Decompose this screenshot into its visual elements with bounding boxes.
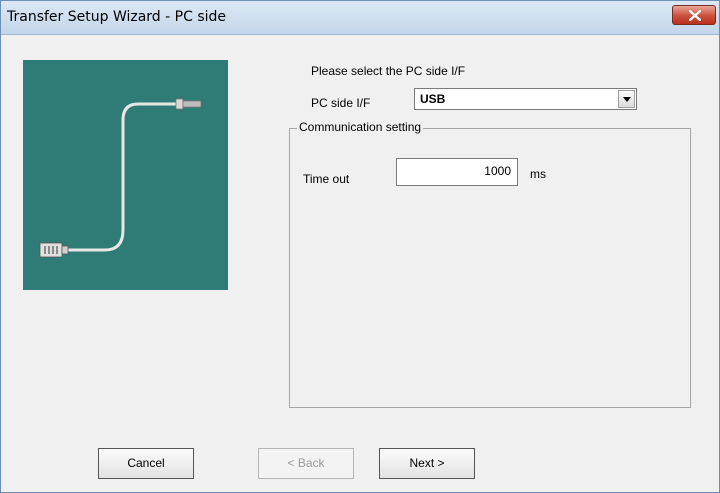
pc-if-selected-value: USB xyxy=(420,92,446,106)
timeout-value: 1000 xyxy=(484,164,511,178)
prompt-label: Please select the PC side I/F xyxy=(311,64,466,78)
close-icon xyxy=(689,10,701,21)
dropdown-button[interactable] xyxy=(618,90,635,108)
pc-if-select[interactable]: USB xyxy=(414,88,637,110)
next-button[interactable]: Next > xyxy=(379,448,475,479)
cancel-button[interactable]: Cancel xyxy=(98,448,194,479)
usb-cable-illustration xyxy=(23,60,228,290)
pc-if-label: PC side I/F xyxy=(311,96,371,110)
wizard-body: Please select the PC side I/F PC side I/… xyxy=(1,35,719,479)
timeout-unit: ms xyxy=(530,167,546,181)
close-button[interactable] xyxy=(672,5,716,25)
timeout-input[interactable]: 1000 xyxy=(396,158,518,186)
window-title: Transfer Setup Wizard - PC side xyxy=(7,9,226,25)
timeout-label: Time out xyxy=(303,172,350,186)
communication-setting-label: Communication setting xyxy=(297,120,424,134)
title-bar: Transfer Setup Wizard - PC side xyxy=(1,1,719,35)
chevron-down-icon xyxy=(623,97,631,102)
wizard-window: Transfer Setup Wizard - PC side Please s… xyxy=(0,0,720,493)
back-button[interactable]: < Back xyxy=(258,448,354,479)
